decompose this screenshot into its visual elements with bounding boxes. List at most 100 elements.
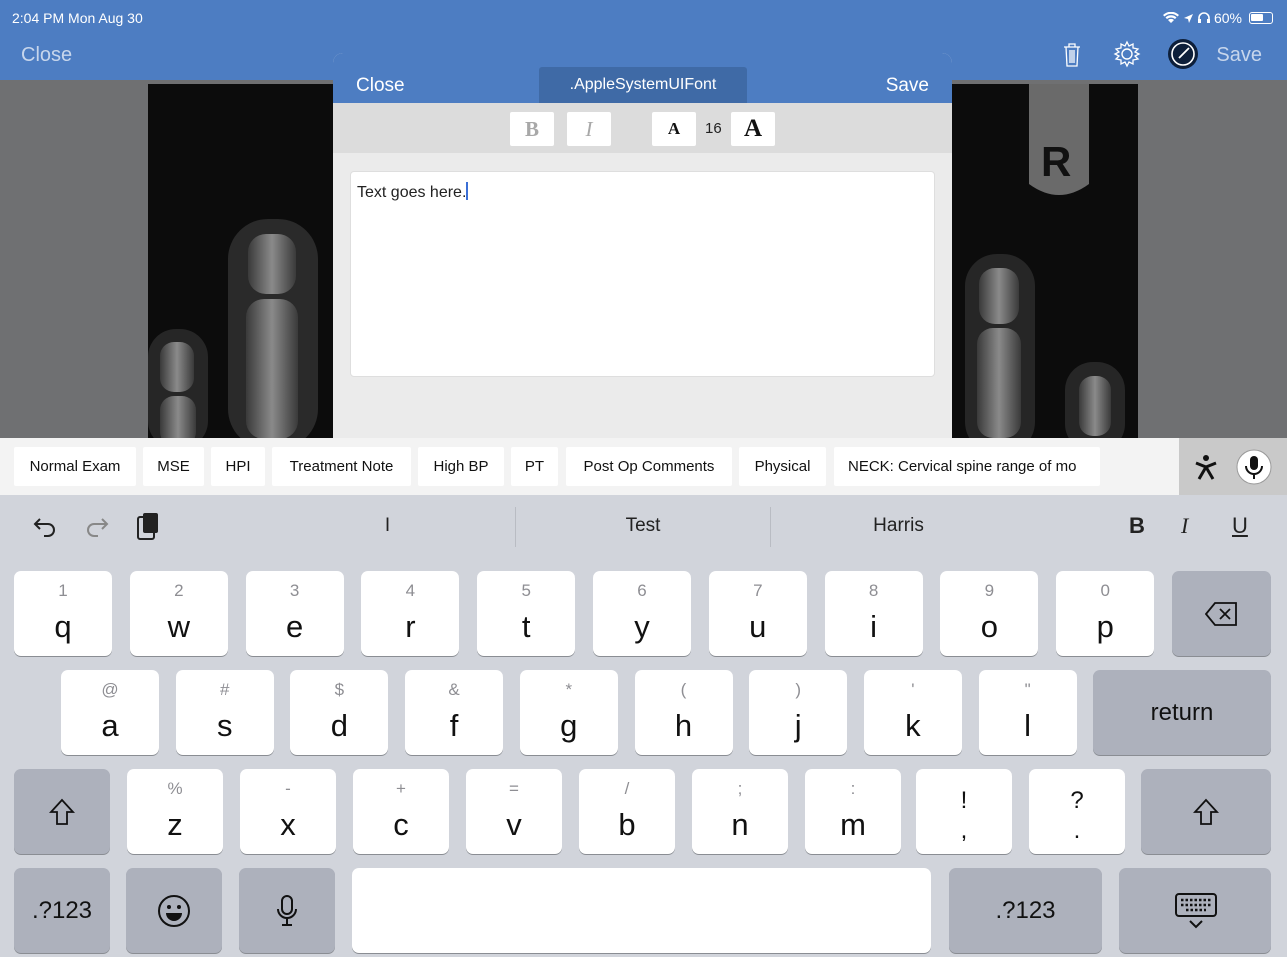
key-q[interactable]: 1q [14,571,112,656]
key-label: d [330,708,349,743]
status-indicators: 60% [1162,10,1273,26]
status-time: 2:04 PM Mon Aug 30 [12,10,143,26]
key-question-period[interactable]: ? . [1029,769,1125,854]
key-c[interactable]: + c [353,769,449,854]
kb-underline-button[interactable]: U [1232,513,1248,539]
undo-icon[interactable] [32,515,58,537]
key-d[interactable]: $ d [290,670,389,755]
key-alt-label: 4 [405,581,416,600]
decrease-font-size-button[interactable]: A [652,112,696,146]
shortcut-pt[interactable]: PT [511,447,558,486]
shortcut-physical[interactable]: Physical [739,447,826,486]
key-label: w [167,609,190,644]
font-picker-button[interactable]: .AppleSystemUIFont [539,67,747,103]
key-l[interactable]: " l [978,670,1077,755]
mic-icon [277,895,297,926]
key-g[interactable]: * g [519,670,618,755]
shortcut-hpi[interactable]: HPI [211,447,265,486]
suggestion-1[interactable]: I [260,515,515,537]
bold-button[interactable]: B [510,112,554,146]
return-key[interactable]: return [1093,670,1271,755]
shortcut-mse[interactable]: MSE [143,447,204,486]
text-content: Text goes here. [357,182,469,201]
formatting-toolbar: B I A 16 A [333,103,952,153]
key-n[interactable]: ; n [692,769,788,854]
modal-close-button[interactable]: Close [356,75,405,97]
clock-icon[interactable] [1167,38,1199,70]
key-exclamation-comma[interactable]: ! , [916,769,1012,854]
keyboard-dismiss-key[interactable] [1119,868,1271,953]
key-m[interactable]: :m [805,769,901,854]
trash-icon[interactable] [1056,38,1088,70]
suggestion-3[interactable]: Harris [771,515,1026,537]
key-label: e [285,609,304,644]
key-i[interactable]: 8i [824,571,923,656]
kb-italic-button[interactable]: I [1181,513,1188,539]
gear-icon[interactable] [1111,38,1143,70]
paste-icon[interactable] [136,511,160,541]
key-t[interactable]: 5t [477,571,576,656]
nav-save-button[interactable]: Save [1216,44,1262,67]
key-alt-label: " [1024,680,1031,699]
shortcut-high-bp[interactable]: High BP [418,447,504,486]
key-r[interactable]: 4r [361,571,460,656]
shortcut-post-op-comments[interactable]: Post Op Comments [566,447,732,486]
emoji-key[interactable] [126,868,222,953]
shift-key-left[interactable] [14,769,110,854]
text-input-area[interactable]: Text goes here. [350,171,935,377]
shift-key-right[interactable] [1141,769,1271,854]
key-h[interactable]: (h [634,670,733,755]
key-alt-label: = [509,779,519,798]
key-a[interactable]: @ a [61,670,159,755]
key-s[interactable]: # s [175,670,274,755]
keyboard: I Test Harris B I U 1q2w3e4r5t6y7u8i9o0p… [0,495,1287,957]
key-o[interactable]: 9o [940,571,1039,656]
key-b[interactable]: / b [579,769,675,854]
key-alt-label: 1 [58,581,68,600]
key-label: a [101,708,119,743]
key-label: k [905,708,921,743]
key-alt-label: 7 [753,581,763,600]
redo-icon[interactable] [84,515,110,537]
key-x[interactable]: -x [240,769,336,854]
key-label: g [560,708,578,743]
key-alt-label: / [624,779,630,798]
key-u[interactable]: 7u [708,571,807,656]
wifi-icon [1162,12,1179,23]
modal-save-button[interactable]: Save [886,75,929,97]
key-label: p [1096,609,1114,644]
key-f[interactable]: & f [405,670,504,755]
headphones-icon [1197,12,1210,23]
key-e[interactable]: 3e [245,571,344,656]
shortcut-normal-exam[interactable]: Normal Exam [14,447,136,486]
battery-percent: 60% [1213,10,1242,26]
key-alt-label: - [285,779,291,798]
key-label: h [674,708,693,743]
key-label: u [749,609,767,644]
location-icon [1183,13,1193,23]
shortcut-treatment-note[interactable]: Treatment Note [272,447,411,486]
accessibility-icon[interactable] [1193,453,1219,481]
key-j[interactable]: ) j [749,670,848,755]
shortcut-neck-cervical[interactable]: NECK: Cervical spine range of mo [834,447,1100,486]
italic-button[interactable]: I [567,112,611,146]
dictation-key[interactable] [239,868,335,953]
kb-bold-button[interactable]: B [1129,513,1145,539]
key-p[interactable]: 0p [1056,571,1155,656]
key-y[interactable]: 6y [593,571,691,656]
numbers-key-right[interactable]: .?123 [949,868,1102,953]
shift-icon [49,798,75,825]
numbers-key-left[interactable]: .?123 [14,868,110,953]
key-k[interactable]: ' k [863,670,962,755]
nav-close-button[interactable]: Close [21,44,72,67]
key-alt-label: 9 [984,581,995,600]
mic-icon[interactable] [1235,448,1273,486]
delete-key[interactable] [1172,571,1271,656]
key-v[interactable]: = v [466,769,562,854]
key-z[interactable]: % z [127,769,223,854]
increase-font-size-button[interactable]: A [731,112,775,146]
key-w[interactable]: 2w [129,571,228,656]
key-label: s [216,708,233,743]
suggestion-2[interactable]: Test [516,515,770,537]
space-key[interactable] [352,868,931,953]
